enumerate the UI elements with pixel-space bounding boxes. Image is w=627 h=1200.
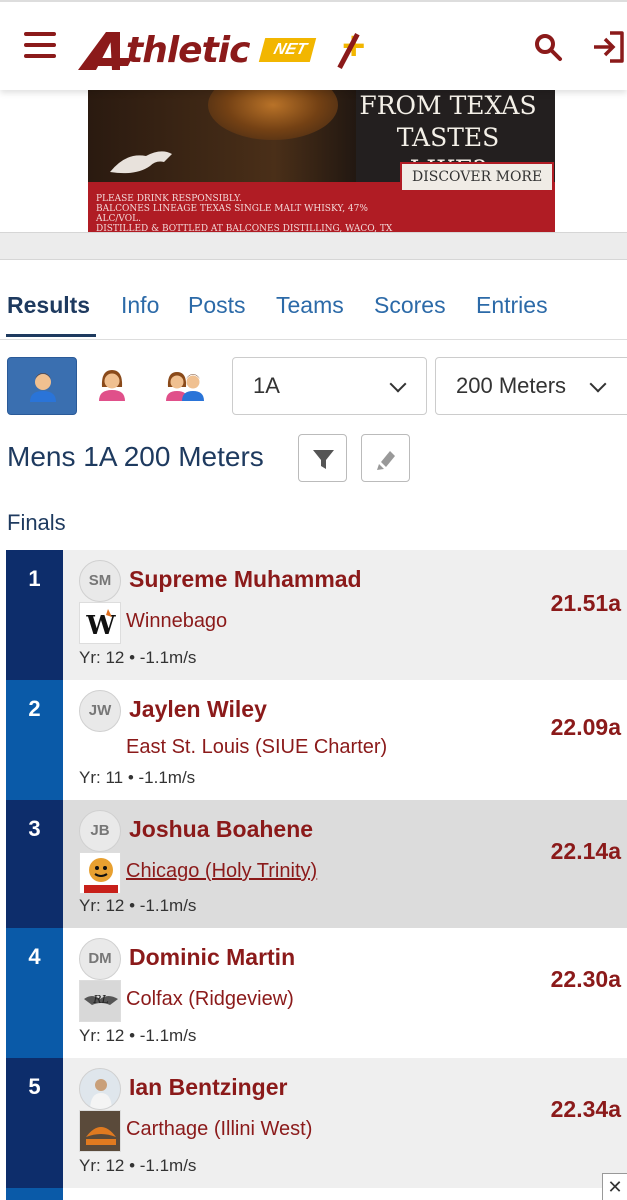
tab-teams[interactable]: Teams — [276, 292, 344, 319]
ad-whisky-glass-image — [208, 90, 338, 140]
result-row[interactable]: 2 JW Jaylen Wiley East St. Louis (SIUE C… — [6, 680, 627, 800]
filter-button[interactable] — [298, 434, 347, 482]
menu-icon[interactable] — [24, 32, 56, 60]
result-row[interactable]: 5 Ian Bentzinger Carthage (Illini West) … — [6, 1058, 627, 1188]
highlighter-icon — [377, 451, 395, 470]
ad-legal-line: DISTILLED & BOTTLED AT BALCONES DISTILLI… — [96, 224, 393, 232]
result-row[interactable]: 1 SM Supreme Muhammad W Winnebago Yr: 12… — [6, 550, 627, 680]
result-mark[interactable]: 22.09a — [551, 714, 621, 741]
logo-net-badge: NET — [258, 38, 317, 62]
result-body: JW Jaylen Wiley East St. Louis (SIUE Cha… — [63, 680, 627, 800]
ad-legal-text: PLEASE DRINK RESPONSIBLY. BALCONES LINEA… — [96, 194, 396, 232]
result-mark[interactable]: 22.14a — [551, 838, 621, 865]
result-mark[interactable]: 22.34a — [551, 1096, 621, 1123]
team-logo: RL — [79, 980, 121, 1022]
team-name-link[interactable]: East St. Louis (SIUE Charter) — [126, 736, 387, 759]
team-name-link[interactable]: Chicago (Holy Trinity) — [126, 860, 317, 883]
athlete-meta: Yr: 12 • -1.1m/s — [79, 648, 197, 667]
athlete-name-link[interactable]: Joshua Boahene — [129, 816, 313, 843]
ad-legal-line: BALCONES LINEAGE TEXAS SINGLE MALT WHISK… — [96, 204, 368, 224]
close-icon[interactable]: ✕ — [602, 1173, 627, 1200]
athlete-meta: Yr: 12 • -1.1m/s — [79, 1156, 197, 1175]
athlete-avatar: DM — [79, 938, 121, 980]
ad-divider — [0, 232, 627, 260]
team-logo: W — [79, 602, 121, 644]
result-body: DM Dominic Martin RL Colfax (Ridgeview) … — [63, 928, 627, 1058]
athlete-name-link[interactable]: Dominic Martin — [129, 944, 295, 971]
team-name-link[interactable]: Winnebago — [126, 610, 227, 633]
round-label: Finals — [7, 510, 66, 535]
filter-icon — [313, 450, 334, 469]
tab-scores[interactable]: Scores — [374, 292, 446, 319]
event-title: Mens 1A 200 Meters — [7, 441, 264, 472]
both-genders-icon — [166, 372, 204, 401]
ad-horse-logo — [110, 151, 172, 174]
all-genders-filter-button[interactable] — [150, 357, 220, 415]
result-row[interactable] — [6, 1188, 627, 1200]
sign-in-icon[interactable] — [590, 30, 626, 64]
result-row[interactable]: 3 JB Joshua Boahene Chicago (Holy Trinit… — [6, 800, 627, 928]
place-number: 4 — [6, 928, 63, 1058]
team-name-link[interactable]: Colfax (Ridgeview) — [126, 988, 294, 1011]
athletic-net-logo[interactable]: thletic NET + — [76, 24, 386, 72]
active-tab-indicator — [6, 334, 96, 337]
tab-posts[interactable]: Posts — [188, 292, 246, 319]
team-name-link[interactable]: Carthage (Illini West) — [126, 1118, 312, 1141]
womens-filter-button[interactable] — [77, 357, 147, 415]
athlete-avatar: SM — [79, 560, 121, 602]
place-number: 1 — [6, 550, 63, 680]
chevron-down-icon — [389, 375, 407, 393]
ad-discover-more-button[interactable]: DISCOVER MORE — [400, 162, 555, 192]
tab-entries[interactable]: Entries — [476, 292, 548, 319]
top-nav-bar: thletic NET + — [0, 0, 627, 90]
tab-info[interactable]: Info — [121, 292, 159, 319]
result-body: SM Supreme Muhammad W Winnebago Yr: 12 •… — [63, 550, 627, 680]
event-select-value: 200 Meters — [456, 373, 567, 398]
division-select-value: 1A — [253, 373, 280, 398]
tab-results[interactable]: Results — [7, 292, 90, 319]
result-mark[interactable]: 22.30a — [551, 966, 621, 993]
team-logo — [79, 852, 121, 894]
athlete-avatar: JB — [79, 810, 121, 852]
result-row[interactable]: 4 DM Dominic Martin RL Colfax (Ridgeview… — [6, 928, 627, 1058]
athlete-name-link[interactable]: Jaylen Wiley — [129, 696, 267, 723]
logo-text: thletic — [126, 30, 250, 71]
place-number: 3 — [6, 800, 63, 928]
result-mark[interactable]: 21.51a — [551, 590, 621, 617]
search-icon[interactable] — [533, 32, 563, 62]
athlete-name-link[interactable]: Supreme Muhammad — [129, 566, 362, 593]
svg-text:RL: RL — [92, 993, 109, 1006]
advertisement-banner[interactable]: FROM TEXAS TASTES LIKE? DISCOVER MORE PL… — [88, 90, 555, 232]
ad-legal-line: PLEASE DRINK RESPONSIBLY. — [96, 194, 242, 204]
athlete-meta: Yr: 11 • -1.1m/s — [79, 768, 196, 787]
place-number — [6, 1188, 63, 1200]
athlete-avatar: JW — [79, 690, 121, 732]
athlete-meta: Yr: 12 • -1.1m/s — [79, 1026, 197, 1045]
athlete-photo — [79, 1068, 121, 1110]
event-select[interactable]: 200 Meters — [435, 357, 627, 415]
male-icon — [30, 373, 56, 402]
highlight-button[interactable] — [361, 434, 410, 482]
place-number: 5 — [6, 1058, 63, 1188]
result-body: Ian Bentzinger Carthage (Illini West) Yr… — [63, 1058, 627, 1188]
female-icon — [99, 370, 125, 401]
division-select[interactable]: 1A — [232, 357, 427, 415]
mens-filter-button[interactable] — [7, 357, 77, 415]
athlete-name-link[interactable]: Ian Bentzinger — [129, 1074, 287, 1101]
meet-tabs: Results Info Posts Teams Scores Entries — [0, 286, 627, 340]
place-number: 2 — [6, 680, 63, 800]
svg-text:W: W — [85, 611, 116, 641]
result-body: JB Joshua Boahene Chicago (Holy Trinity)… — [63, 800, 627, 928]
chevron-down-icon — [589, 375, 607, 393]
athlete-meta: Yr: 12 • -1.1m/s — [79, 896, 197, 915]
team-logo — [79, 1110, 121, 1152]
